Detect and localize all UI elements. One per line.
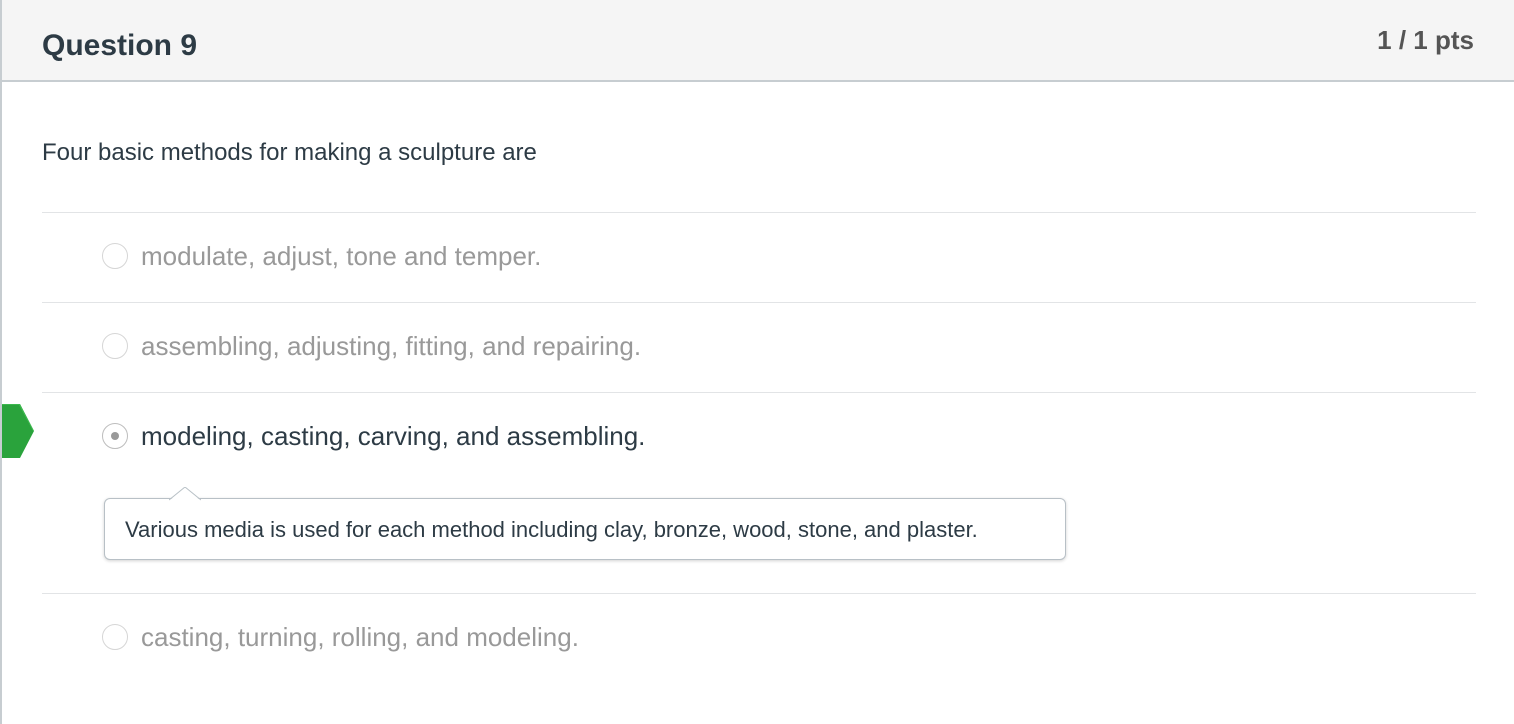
answer-comment-text: Various media is used for each method in… xyxy=(125,517,978,542)
radio-button-checked-icon[interactable] xyxy=(102,423,128,449)
quiz-question: Question 9 1 / 1 pts Four basic methods … xyxy=(0,0,1514,724)
question-text: Four basic methods for making a sculptur… xyxy=(42,139,537,166)
radio-button-icon[interactable] xyxy=(102,333,128,359)
radio-button-icon[interactable] xyxy=(102,243,128,269)
question-title: Question 9 xyxy=(42,29,198,62)
radio-button-icon[interactable] xyxy=(102,624,128,650)
answer-list: modulate, adjust, tone and temper. assem… xyxy=(42,212,1476,683)
answer-option[interactable]: casting, turning, rolling, and modeling. xyxy=(42,594,1476,683)
answer-label: casting, turning, rolling, and modeling. xyxy=(141,622,579,652)
answer-option[interactable]: modulate, adjust, tone and temper. xyxy=(42,213,1476,302)
question-points: 1 / 1 pts xyxy=(1377,25,1474,55)
answer-label: assembling, adjusting, fitting, and repa… xyxy=(141,331,642,361)
correct-answer-flag-icon xyxy=(2,404,34,458)
answer-option-selected[interactable]: modeling, casting, carving, and assembli… xyxy=(42,393,1476,593)
answer-label: modeling, casting, carving, and assembli… xyxy=(141,421,646,451)
answer-label: modulate, adjust, tone and temper. xyxy=(141,241,542,271)
comment-pointer xyxy=(169,487,201,501)
question-header: Question 9 1 / 1 pts xyxy=(2,0,1514,82)
answer-option[interactable]: assembling, adjusting, fitting, and repa… xyxy=(42,303,1476,392)
answer-comment: Various media is used for each method in… xyxy=(104,487,1066,560)
